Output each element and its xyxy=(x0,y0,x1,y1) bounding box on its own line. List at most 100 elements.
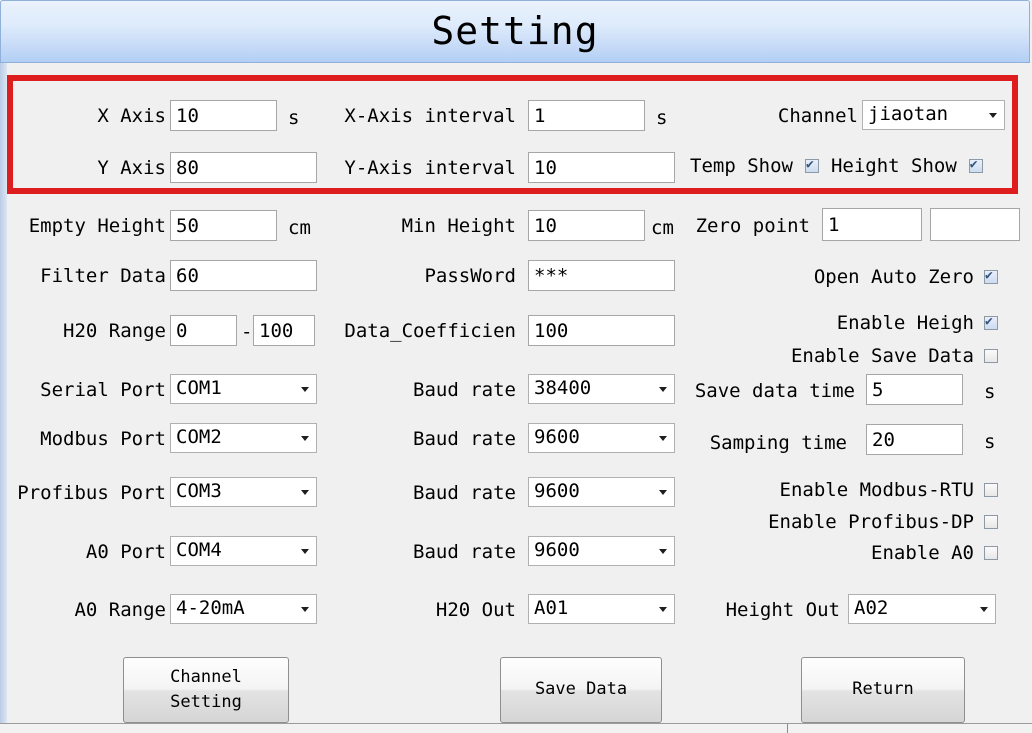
a0-baud-select[interactable]: 9600 xyxy=(528,536,675,566)
a0-port-select[interactable]: COM4 xyxy=(170,536,317,566)
h20-range-separator: - xyxy=(241,321,252,343)
serial-port-select[interactable]: COM1 xyxy=(170,374,317,404)
dropdown-arrow-icon xyxy=(301,607,309,612)
a0-range-value: 4-20mA xyxy=(176,597,245,619)
height-show-checkbox[interactable] xyxy=(969,159,983,173)
serial-baud-select[interactable]: 38400 xyxy=(528,374,675,404)
zero-point-input[interactable] xyxy=(822,208,922,241)
dropdown-arrow-icon xyxy=(301,490,309,495)
a0-baud-value: 9600 xyxy=(534,539,580,561)
height-out-select[interactable]: A02 xyxy=(848,594,996,624)
open-auto-zero-label: Open Auto Zero xyxy=(814,266,974,288)
y-interval-input[interactable] xyxy=(528,152,675,183)
x-interval-unit: s xyxy=(656,107,667,129)
enable-a0-checkbox[interactable] xyxy=(984,546,998,560)
samping-time-input[interactable] xyxy=(866,424,963,455)
x-axis-unit: s xyxy=(288,107,299,129)
zero-point-input-2[interactable] xyxy=(930,208,1020,241)
x-interval-label: X-Axis interval xyxy=(330,105,516,127)
modbus-port-select[interactable]: COM2 xyxy=(170,423,317,453)
profibus-port-value: COM3 xyxy=(176,480,222,502)
serial-port-value: COM1 xyxy=(176,377,222,399)
dropdown-arrow-icon xyxy=(980,607,988,612)
empty-height-label: Empty Height xyxy=(0,215,166,237)
x-axis-label: X Axis xyxy=(0,105,166,127)
channel-setting-button[interactable]: Channel Setting xyxy=(123,657,289,723)
y-axis-label: Y Axis xyxy=(0,157,166,179)
height-out-label: Height Out xyxy=(726,599,840,621)
zero-point-label: Zero point xyxy=(696,215,810,237)
modbus-baud-label: Baud rate xyxy=(330,428,516,450)
save-data-button[interactable]: Save Data xyxy=(500,657,662,723)
dropdown-arrow-icon xyxy=(659,607,667,612)
show-checkbox-group: Temp Show Height Show xyxy=(690,155,983,177)
dropdown-arrow-icon xyxy=(659,549,667,554)
min-height-label: Min Height xyxy=(330,215,516,237)
empty-height-input[interactable] xyxy=(170,210,277,241)
modbus-port-value: COM2 xyxy=(176,426,222,448)
title-bar: Setting xyxy=(0,0,1030,63)
min-height-unit: cm xyxy=(651,217,674,239)
page-title: Setting xyxy=(1,9,1029,53)
a0-baud-label: Baud rate xyxy=(330,541,516,563)
dropdown-arrow-icon xyxy=(301,549,309,554)
window-bottom-edge xyxy=(0,723,1032,733)
save-data-time-input[interactable] xyxy=(866,374,963,405)
h20-out-label: H20 Out xyxy=(330,599,516,621)
save-data-button-label: Save Data xyxy=(535,677,627,703)
enable-modbus-rtu-row: Enable Modbus-RTU xyxy=(780,479,998,501)
enable-modbus-rtu-checkbox[interactable] xyxy=(984,483,998,497)
samping-time-label: Samping time xyxy=(710,432,847,454)
y-interval-label: Y-Axis interval xyxy=(330,157,516,179)
y-axis-input[interactable] xyxy=(170,152,317,183)
temp-show-checkbox[interactable] xyxy=(805,159,819,173)
x-interval-input[interactable] xyxy=(528,100,645,131)
enable-save-data-row: Enable Save Data xyxy=(791,345,998,367)
h20-range-label: H20 Range xyxy=(0,320,166,342)
temp-show-label: Temp Show xyxy=(690,155,793,177)
profibus-port-label: Profibus Port xyxy=(0,482,166,504)
enable-heigh-checkbox[interactable] xyxy=(984,316,998,330)
filter-data-label: Filter Data xyxy=(0,265,166,287)
dropdown-arrow-icon xyxy=(659,387,667,392)
data-coefficien-input[interactable] xyxy=(528,315,675,346)
profibus-port-select[interactable]: COM3 xyxy=(170,477,317,507)
filter-data-input[interactable] xyxy=(170,260,317,291)
password-label: PassWord xyxy=(330,265,516,287)
serial-port-label: Serial Port xyxy=(0,379,166,401)
h20-out-value: A01 xyxy=(534,597,568,619)
channel-setting-button-line1: Channel xyxy=(170,665,242,691)
enable-profibus-dp-checkbox[interactable] xyxy=(984,515,998,529)
enable-a0-label: Enable A0 xyxy=(871,542,974,564)
h20-out-select[interactable]: A01 xyxy=(528,594,675,624)
height-show-label: Height Show xyxy=(831,155,957,177)
dropdown-arrow-icon xyxy=(659,490,667,495)
modbus-baud-select[interactable]: 9600 xyxy=(528,423,675,453)
serial-baud-value: 38400 xyxy=(534,377,591,399)
channel-select[interactable]: jiaotan xyxy=(862,100,1005,130)
open-auto-zero-row: Open Auto Zero xyxy=(814,266,998,288)
open-auto-zero-checkbox[interactable] xyxy=(984,270,998,284)
enable-save-data-label: Enable Save Data xyxy=(791,345,974,367)
profibus-baud-select[interactable]: 9600 xyxy=(528,477,675,507)
h20-range-from-input[interactable] xyxy=(170,315,237,346)
channel-label: Channel xyxy=(778,105,858,127)
profibus-baud-value: 9600 xyxy=(534,480,580,502)
enable-save-data-checkbox[interactable] xyxy=(984,349,998,363)
enable-a0-row: Enable A0 xyxy=(871,542,998,564)
enable-heigh-label: Enable Heigh xyxy=(837,312,974,334)
a0-range-select[interactable]: 4-20mA xyxy=(170,594,317,624)
modbus-port-label: Modbus Port xyxy=(0,428,166,450)
h20-range-to-input[interactable] xyxy=(253,315,315,346)
dropdown-arrow-icon xyxy=(301,436,309,441)
serial-baud-label: Baud rate xyxy=(330,379,516,401)
enable-profibus-dp-row: Enable Profibus-DP xyxy=(768,511,998,533)
min-height-input[interactable] xyxy=(528,210,645,241)
profibus-baud-label: Baud rate xyxy=(330,482,516,504)
modbus-baud-value: 9600 xyxy=(534,426,580,448)
return-button[interactable]: Return xyxy=(801,657,965,723)
x-axis-input[interactable] xyxy=(170,100,277,131)
password-input[interactable] xyxy=(528,260,675,291)
height-out-value: A02 xyxy=(854,597,888,619)
data-coefficien-label: Data_Coefficien xyxy=(330,320,516,342)
